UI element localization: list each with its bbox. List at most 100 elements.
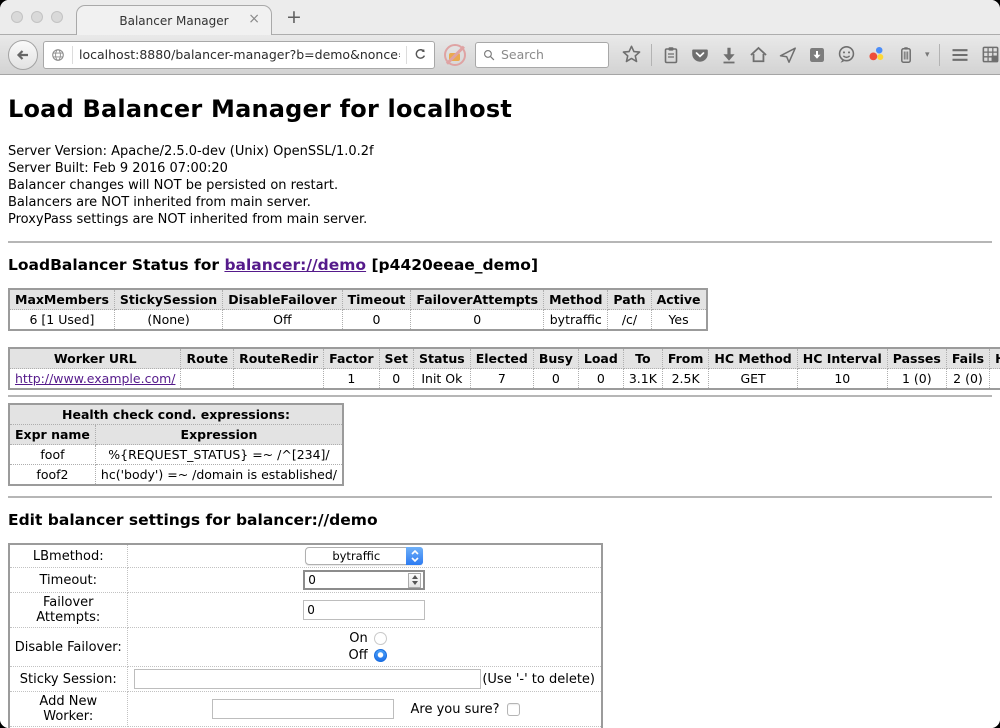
sticky-session-hint: (Use '-' to delete) xyxy=(482,672,597,687)
close-window-button[interactable] xyxy=(11,11,23,23)
zoom-window-button[interactable] xyxy=(51,11,63,23)
disable-failover-label: Disable Failover: xyxy=(9,628,127,667)
column-header: FailoverAttempts xyxy=(411,289,544,310)
form-row-add-worker: Add New Worker: Are you sure? xyxy=(9,692,602,727)
timeout-input[interactable] xyxy=(303,570,425,590)
disable-failover-on-radio[interactable] xyxy=(374,632,387,645)
page-title: Load Balancer Manager for localhost xyxy=(8,95,992,123)
lbmethod-select[interactable]: bytraffic xyxy=(305,547,423,565)
add-worker-label: Add New Worker: xyxy=(9,692,127,727)
cell: foof xyxy=(9,445,95,465)
cell: Off xyxy=(223,310,342,331)
divider xyxy=(72,46,73,64)
new-tab-button[interactable]: + xyxy=(286,6,302,28)
form-row-disable-failover: Disable Failover: On Off xyxy=(9,628,602,667)
feedback-smiley-icon[interactable] xyxy=(836,44,857,65)
worker-table: Worker URL Route RouteRedir Factor Set S… xyxy=(8,347,1000,390)
bookmark-star-icon[interactable] xyxy=(621,44,642,65)
cell xyxy=(990,369,1000,390)
home-icon[interactable] xyxy=(748,44,769,65)
divider xyxy=(651,44,652,66)
menu-hamburger-icon[interactable] xyxy=(949,45,971,65)
radio-on-label: On xyxy=(342,631,368,646)
url-text[interactable]: localhost:8880/balancer-manager?b=demo&n… xyxy=(79,47,400,62)
table-header-row: MaxMembers StickySession DisableFailover… xyxy=(9,289,707,310)
column-header: Expression xyxy=(95,425,343,445)
container-clipboard-icon[interactable] xyxy=(896,45,916,65)
send-tab-icon[interactable] xyxy=(778,45,798,65)
table-row: foof %{REQUEST_STATUS} =~ /^[234]/ xyxy=(9,445,343,465)
browser-window: Balancer Manager × + localhost:8880/bala… xyxy=(0,0,1000,728)
back-button[interactable] xyxy=(8,40,38,70)
column-header: From xyxy=(662,348,709,369)
column-header: Factor xyxy=(324,348,379,369)
cell: 10 xyxy=(797,369,887,390)
proxypass-notice-line: ProxyPass settings are NOT inherited fro… xyxy=(8,211,992,228)
cell: 2.5K xyxy=(662,369,709,390)
downloads-icon[interactable] xyxy=(719,45,739,65)
navigation-toolbar: localhost:8880/balancer-manager?b=demo&n… xyxy=(0,35,1000,75)
toolbar-icons: ▾ xyxy=(621,44,1000,66)
cell: GET xyxy=(709,369,797,390)
balancer-demo-link[interactable]: balancer://demo xyxy=(224,256,366,274)
column-header: RouteRedir xyxy=(234,348,324,369)
health-check-table: Health check cond. expressions: Expr nam… xyxy=(8,403,344,486)
column-header: DisableFailover xyxy=(223,289,342,310)
number-stepper[interactable] xyxy=(408,573,421,588)
search-placeholder: Search xyxy=(501,47,544,62)
back-arrow-icon xyxy=(15,47,31,63)
cell: hc('body') =~ /domain is established/ xyxy=(95,465,343,486)
lbmethod-label: LBmethod: xyxy=(9,544,127,568)
column-header: HC uri xyxy=(990,348,1000,369)
column-header: Load xyxy=(578,348,623,369)
divider xyxy=(406,46,407,64)
disable-failover-off-radio[interactable] xyxy=(374,649,387,662)
search-input[interactable]: Search xyxy=(475,42,609,68)
worker-url-link[interactable]: http://www.example.com/ xyxy=(15,371,175,386)
server-built-line: Server Built: Feb 9 2016 07:00:20 xyxy=(8,160,992,177)
pocket-icon[interactable] xyxy=(690,45,710,65)
cell: (None) xyxy=(114,310,222,331)
chevron-down-icon[interactable]: ▾ xyxy=(925,50,930,60)
form-row-sticky-session: Sticky Session: (Use '-' to delete) xyxy=(9,667,602,692)
cell: 0 xyxy=(578,369,623,390)
tab-close-icon[interactable]: × xyxy=(248,12,260,26)
cell: 0 xyxy=(533,369,578,390)
divider xyxy=(8,496,992,498)
sticky-session-input[interactable] xyxy=(134,669,481,689)
cell: 1 (0) xyxy=(887,369,946,390)
status-heading-suffix: [p4420eeae_demo] xyxy=(366,256,538,274)
confirm-checkbox[interactable] xyxy=(507,703,520,716)
balancer-settings-form: LBmethod: bytraffic Timeout: xyxy=(8,543,603,728)
grid-extension-icon[interactable] xyxy=(980,44,1000,65)
cell: http://www.example.com/ xyxy=(9,369,181,390)
add-worker-input[interactable] xyxy=(212,699,394,719)
download-panel-icon[interactable] xyxy=(807,45,827,65)
form-row-lbmethod: LBmethod: bytraffic xyxy=(9,544,602,568)
extension-color-dots-icon[interactable] xyxy=(866,44,887,65)
column-header: Route xyxy=(181,348,234,369)
column-header: MaxMembers xyxy=(9,289,114,310)
divider xyxy=(8,241,992,243)
loadbalancer-status-heading: LoadBalancer Status for balancer://demo … xyxy=(8,256,992,274)
tab-balancer-manager[interactable]: Balancer Manager × xyxy=(76,5,272,35)
reload-icon[interactable] xyxy=(413,47,428,62)
content-blocked-icon[interactable] xyxy=(444,44,466,66)
cell: 0 xyxy=(379,369,413,390)
url-bar[interactable]: localhost:8880/balancer-manager?b=demo&n… xyxy=(43,41,435,69)
column-header: Path xyxy=(608,289,651,310)
column-header: Passes xyxy=(887,348,946,369)
column-header: Fails xyxy=(946,348,989,369)
radio-off-label: Off xyxy=(342,648,368,663)
server-info: Server Version: Apache/2.5.0-dev (Unix) … xyxy=(8,143,992,228)
timeout-value[interactable] xyxy=(308,573,408,587)
confirm-label: Are you sure? xyxy=(411,702,500,717)
column-header: Expr name xyxy=(9,425,95,445)
edit-balancer-heading: Edit balancer settings for balancer://de… xyxy=(8,511,992,529)
timeout-label: Timeout: xyxy=(9,568,127,593)
failover-attempts-input[interactable] xyxy=(303,600,425,620)
tab-title: Balancer Manager xyxy=(119,14,228,28)
select-arrows-icon xyxy=(406,547,423,565)
minimize-window-button[interactable] xyxy=(31,11,43,23)
reading-list-icon[interactable] xyxy=(661,45,681,65)
